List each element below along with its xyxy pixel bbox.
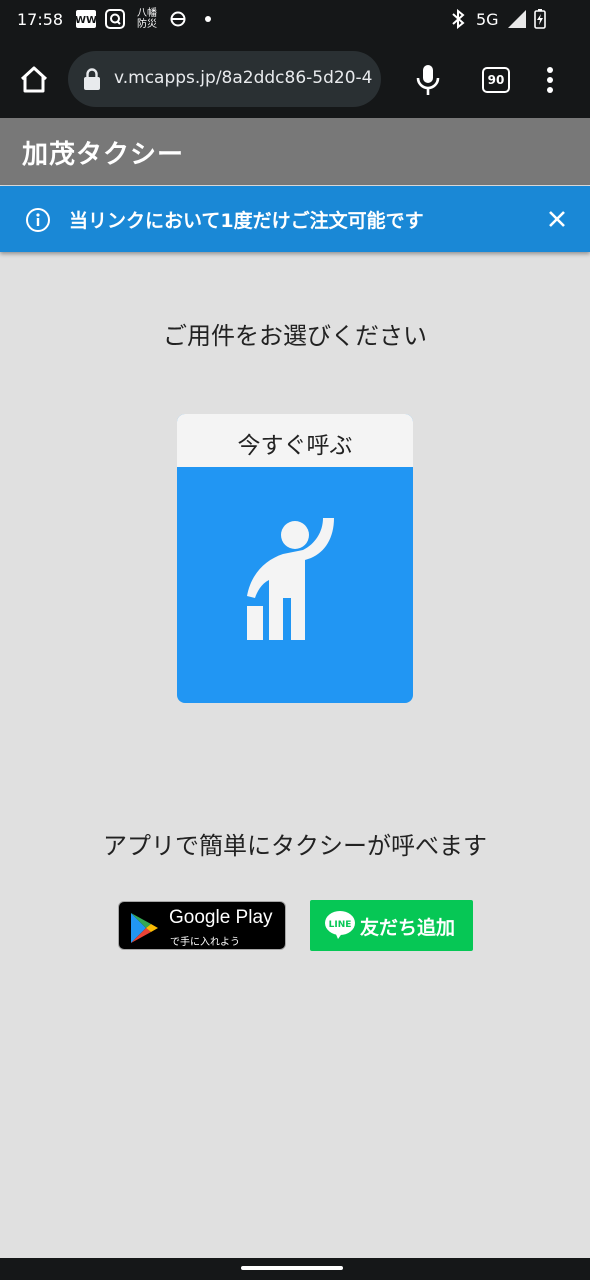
- system-nav-bar: [0, 1258, 590, 1280]
- gesture-handle[interactable]: [241, 1266, 343, 1270]
- home-icon: [20, 66, 48, 93]
- call-now-button[interactable]: 今すぐ呼ぶ: [177, 414, 413, 703]
- tab-count: 90: [487, 73, 505, 87]
- notice-text: 当リンクにおいて1度だけご注文可能です: [69, 210, 424, 232]
- more-vert-icon: [547, 67, 553, 93]
- mic-icon: [416, 65, 440, 95]
- network-type: 5G: [476, 10, 499, 29]
- lock-icon: [84, 68, 100, 90]
- browser-toolbar: v.mcapps.jp/8a2ddc86-5d20-4 90: [0, 40, 590, 118]
- selection-prompt: ご用件をお選びください: [163, 322, 427, 350]
- google-play-name: Google Play: [169, 907, 273, 928]
- svg-text:WW: WW: [76, 15, 96, 26]
- home-button[interactable]: [14, 60, 54, 100]
- google-play-badge[interactable]: Google Play で手に入れよう: [118, 901, 286, 950]
- voice-search-button[interactable]: [413, 62, 443, 98]
- line-add-friend-label: 友だち追加: [360, 917, 456, 939]
- status-bar: 17:58 WW 八幡 防災 5G: [0, 0, 590, 40]
- battery-charging-icon: [533, 8, 547, 30]
- svg-text:LINE: LINE: [329, 920, 352, 930]
- status-time: 17:58: [17, 10, 64, 29]
- line-icon: LINE: [325, 911, 355, 939]
- browser-menu-button[interactable]: [540, 64, 560, 96]
- search-app-icon: [105, 8, 125, 30]
- tab-switcher-button[interactable]: 90: [482, 67, 510, 93]
- google-play-icon: [131, 913, 158, 943]
- sync-icon: [168, 8, 188, 30]
- call-now-header: 今すぐ呼ぶ: [177, 414, 413, 467]
- bluetooth-icon: [450, 8, 466, 30]
- yawata-bousai-icon: 八幡 防災: [137, 8, 157, 30]
- app-header: 加茂タクシー: [0, 118, 590, 185]
- info-icon: [26, 208, 50, 232]
- ww-app-icon: WW: [76, 8, 96, 30]
- url-bar[interactable]: v.mcapps.jp/8a2ddc86-5d20-4: [68, 51, 381, 107]
- app-title: 加茂タクシー: [22, 140, 185, 170]
- url-text: v.mcapps.jp/8a2ddc86-5d20-4: [114, 68, 373, 88]
- signal-icon: [507, 8, 527, 30]
- notice-banner: 当リンクにおいて1度だけご注文可能です: [0, 186, 590, 252]
- google-play-sub: で手に入れよう: [170, 937, 240, 948]
- app-promo-text: アプリで簡単にタクシーが呼べます: [103, 832, 487, 860]
- hail-taxi-icon: [247, 518, 334, 640]
- close-icon[interactable]: [546, 208, 568, 230]
- dot-icon: [204, 8, 212, 30]
- line-add-friend-button[interactable]: LINE 友だち追加: [310, 900, 473, 951]
- call-now-label: 今すぐ呼ぶ: [237, 433, 353, 459]
